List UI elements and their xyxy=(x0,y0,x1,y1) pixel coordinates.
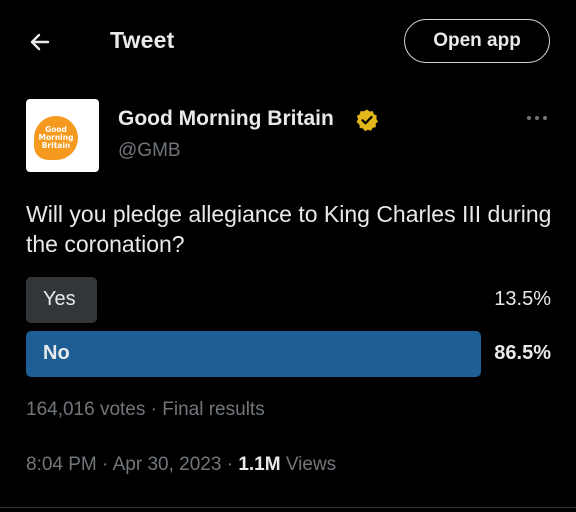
poll-votes: 164,016 votes xyxy=(26,399,146,420)
more-options-button[interactable] xyxy=(522,108,552,128)
gmb-logo: Good Morning Britain xyxy=(34,116,78,160)
poll-option-bar: Yes xyxy=(26,277,97,323)
tweet-time[interactable]: 8:04 PM xyxy=(26,454,97,475)
poll-status: Final results xyxy=(162,399,265,420)
author-name[interactable]: Good Morning Britain xyxy=(118,107,334,131)
poll-option-percent: 86.5% xyxy=(494,342,551,364)
poll-option-bar-winner: No xyxy=(26,331,481,377)
top-bar: Tweet Open app xyxy=(0,0,576,84)
views-count: 1.1M xyxy=(238,454,281,475)
tweet-date[interactable]: Apr 30, 2023 xyxy=(113,454,222,475)
separator-dot: · xyxy=(226,454,234,475)
open-app-button[interactable]: Open app xyxy=(404,19,550,63)
poll-option-label: No xyxy=(43,342,70,364)
avatar[interactable]: Good Morning Britain xyxy=(26,99,99,172)
poll-option-label: Yes xyxy=(43,288,76,310)
poll-option-percent: 13.5% xyxy=(494,288,551,310)
separator-dot: · xyxy=(150,399,157,420)
author-handle[interactable]: @GMB xyxy=(118,140,181,162)
page-title: Tweet xyxy=(110,27,175,53)
back-button[interactable] xyxy=(22,24,58,60)
poll-summary: 164,016 votes · Final results xyxy=(26,399,265,421)
arrow-left-icon xyxy=(28,30,52,54)
logo-line: Britain xyxy=(41,141,71,150)
tweet-text: Will you pledge allegiance to King Charl… xyxy=(26,201,552,257)
tweet-timestamp: 8:04 PM · Apr 30, 2023 · 1.1M Views xyxy=(26,454,336,476)
verified-badge-icon xyxy=(355,108,379,132)
divider xyxy=(0,507,576,508)
more-dots-icon xyxy=(525,109,549,127)
views-label: Views xyxy=(285,454,337,475)
separator-dot: · xyxy=(102,454,109,475)
